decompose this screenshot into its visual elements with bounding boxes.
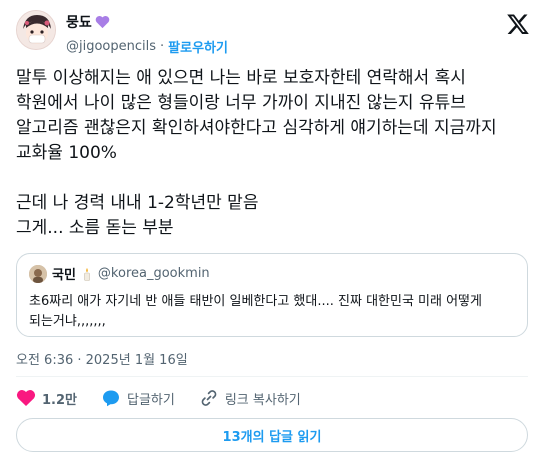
reply-button[interactable]: 답글하기 xyxy=(101,388,175,408)
follow-button[interactable]: 팔로우하기 xyxy=(168,37,228,56)
quoted-author-name: 국민 xyxy=(52,268,76,283)
tweet-timestamp[interactable]: 오전 6:36 · 2025년 1월 16일 xyxy=(16,349,188,368)
copy-link-button[interactable]: 링크 복사하기 xyxy=(199,388,301,408)
tweet-body-text: 말투 이상해지는 애 있으면 나는 바로 보호자한테 연락해서 혹시 학원에서 … xyxy=(16,68,497,238)
tweet-header: 뭉됴 @jigoopencils · 팔로우하기 xyxy=(16,10,530,56)
divider xyxy=(16,376,528,377)
purple-heart-icon xyxy=(95,15,110,29)
like-button[interactable]: 1.2만 xyxy=(16,389,77,408)
read-replies-label: 13개의 답글 읽기 xyxy=(222,429,322,445)
read-replies-button[interactable]: 13개의 답글 읽기 xyxy=(16,418,528,452)
quoted-tweet-text: 초6짜리 애가 자기네 반 애들 태반이 일베한다고 했대.... 진짜 대한민… xyxy=(29,294,482,329)
author-handle[interactable]: @jigoopencils xyxy=(66,39,156,54)
author-avatar[interactable] xyxy=(16,10,56,50)
reply-label: 답글하기 xyxy=(127,392,175,408)
author-display-name[interactable]: 뭉됴 xyxy=(66,12,92,32)
reply-bubble-icon xyxy=(103,390,119,407)
x-logo-icon[interactable] xyxy=(506,12,530,36)
quoted-tweet-card[interactable]: 국민 @korea_gookmin 초6짜리 애가 자기네 반 애들 태반이 일… xyxy=(16,253,528,337)
quoted-author-handle: @korea_gookmin xyxy=(97,266,210,281)
heart-icon xyxy=(16,390,36,406)
author-info: 뭉됴 @jigoopencils · 팔로우하기 xyxy=(66,12,228,56)
copy-link-label: 링크 복사하기 xyxy=(224,392,301,408)
candle-icon xyxy=(84,267,90,281)
separator-dot: · xyxy=(160,39,165,54)
link-icon xyxy=(201,390,217,406)
action-bar: 1.2만 답글하기 링크 복사하기 xyxy=(16,385,325,411)
quoted-author-avatar xyxy=(29,264,47,283)
like-count: 1.2만 xyxy=(42,392,77,408)
avatar-illustration xyxy=(17,11,55,49)
quoted-avatar-illustration xyxy=(29,264,47,283)
